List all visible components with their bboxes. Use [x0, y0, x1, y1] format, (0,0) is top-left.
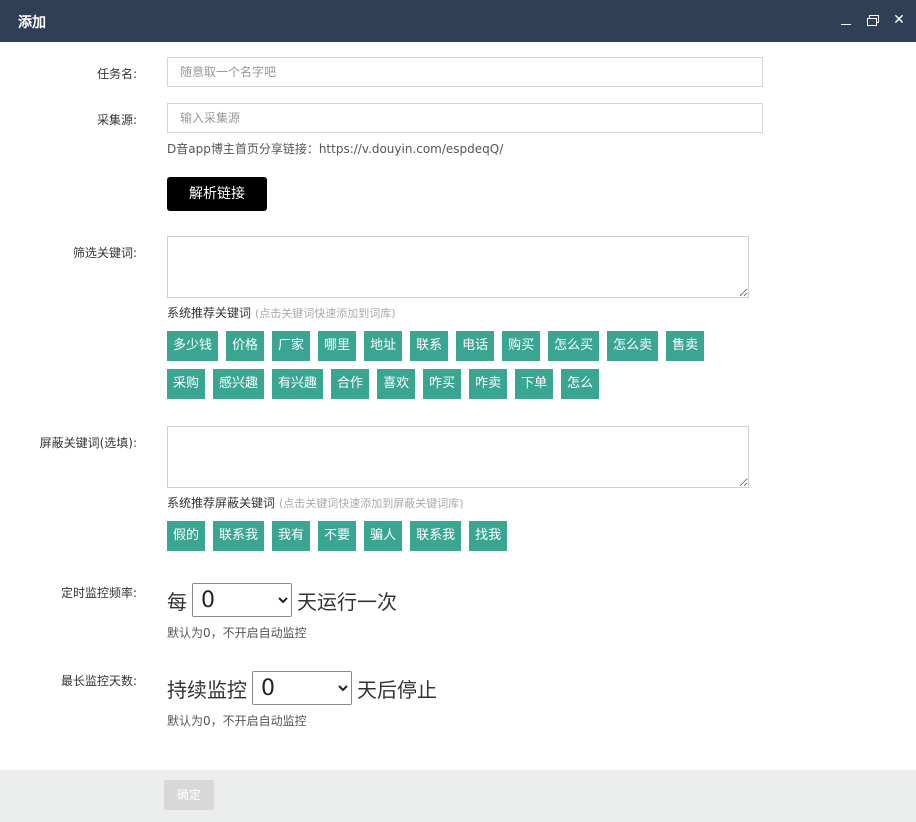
- block-keyword-tag[interactable]: 假的: [167, 521, 206, 551]
- filter-tag-row-1: 多少钱 价格 厂家 哪里 地址 联系 电话 购买 怎么买 怎么卖 售卖: [167, 331, 767, 361]
- max-days-label: 最长监控天数:: [60, 674, 137, 688]
- block-keyword-tag[interactable]: 骗人: [364, 521, 403, 551]
- filter-keyword-tag[interactable]: 合作: [331, 369, 370, 399]
- filter-keyword-tag[interactable]: 怎么卖: [607, 331, 659, 361]
- task-name-label: 任务名:: [96, 67, 137, 81]
- filter-keyword-tag[interactable]: 多少钱: [167, 331, 219, 361]
- monitor-freq-select[interactable]: 0: [192, 583, 292, 617]
- dialog-footer: 确定: [0, 770, 916, 822]
- filter-keyword-tag[interactable]: 购买: [502, 331, 541, 361]
- filter-keyword-tag[interactable]: 联系: [410, 331, 449, 361]
- parse-link-button[interactable]: 解析链接: [167, 177, 267, 211]
- monitor-freq-suffix: 天运行一次: [297, 589, 397, 614]
- max-days-row: 持续监控 0 天后停止: [167, 671, 437, 705]
- task-name-input[interactable]: [167, 57, 763, 87]
- dialog-title: 添加: [18, 15, 46, 31]
- source-input[interactable]: [167, 103, 763, 133]
- filter-recommend-sub: (点击关键词快速添加到词库): [255, 307, 396, 320]
- block-recommend-sub: (点击关键词快速添加到屏蔽关键词库): [279, 497, 464, 510]
- monitor-freq-prefix: 每: [167, 589, 187, 614]
- filter-keyword-tag[interactable]: 怎么买: [548, 331, 600, 361]
- dialog-titlebar: 添加 ✕: [0, 0, 916, 42]
- max-days-suffix: 天后停止: [357, 677, 437, 702]
- filter-tag-row-2: 采购 感兴趣 有兴趣 合作 喜欢 咋买 咋卖 下单 怎么: [167, 369, 767, 399]
- monitor-freq-row: 每 0 天运行一次: [167, 583, 397, 617]
- filter-keyword-tag[interactable]: 电话: [456, 331, 495, 361]
- filter-keyword-tag[interactable]: 采购: [167, 369, 206, 399]
- max-days-select[interactable]: 0: [252, 671, 352, 705]
- filter-keyword-tag[interactable]: 咋卖: [469, 369, 508, 399]
- block-keyword-tag[interactable]: 找我: [469, 521, 508, 551]
- block-keyword-tag[interactable]: 联系我: [410, 521, 462, 551]
- block-keywords-label: 屏蔽关键词(选填):: [39, 436, 137, 450]
- maximize-icon[interactable]: [864, 10, 882, 30]
- monitor-freq-note: 默认为0，不开启自动监控: [167, 626, 307, 640]
- block-keyword-tag[interactable]: 联系我: [213, 521, 265, 551]
- filter-keyword-tag[interactable]: 下单: [515, 369, 554, 399]
- block-recommend-title: 系统推荐屏蔽关键词: [167, 496, 276, 510]
- filter-keyword-tag[interactable]: 有兴趣: [272, 369, 324, 399]
- filter-recommend-line: 系统推荐关键词 (点击关键词快速添加到词库): [167, 304, 396, 321]
- filter-keyword-tag[interactable]: 价格: [226, 331, 265, 361]
- block-recommend-line: 系统推荐屏蔽关键词 (点击关键词快速添加到屏蔽关键词库): [167, 494, 464, 511]
- block-keyword-tags: 假的 联系我 我有 不要 骗人 联系我 找我: [167, 521, 767, 559]
- filter-keyword-tag[interactable]: 哪里: [318, 331, 357, 361]
- filter-keyword-tag[interactable]: 感兴趣: [213, 369, 265, 399]
- filter-keyword-tag[interactable]: 喜欢: [377, 369, 416, 399]
- source-hint: D音app博主首页分享链接：https://v.douyin.com/espde…: [167, 142, 504, 156]
- filter-keyword-tag[interactable]: 怎么: [561, 369, 600, 399]
- filter-keyword-tag[interactable]: 咋买: [423, 369, 462, 399]
- source-label: 采集源:: [96, 113, 137, 127]
- filter-keyword-tags: 多少钱 价格 厂家 哪里 地址 联系 电话 购买 怎么买 怎么卖 售卖 采购 感兴趣 有兴趣 合作 喜欢 咋买…: [167, 331, 767, 407]
- block-tag-row: 假的 联系我 我有 不要 骗人 联系我 找我: [167, 521, 767, 551]
- monitor-freq-label: 定时监控频率:: [60, 586, 137, 600]
- block-keyword-tag[interactable]: 我有: [272, 521, 311, 551]
- block-keywords-textarea[interactable]: [167, 426, 749, 488]
- filter-recommend-title: 系统推荐关键词: [167, 306, 252, 320]
- filter-keywords-label: 筛选关键词:: [72, 246, 137, 260]
- filter-keywords-textarea[interactable]: [167, 236, 749, 298]
- filter-keyword-tag[interactable]: 售卖: [666, 331, 705, 361]
- minimize-icon[interactable]: [838, 10, 856, 30]
- max-days-note: 默认为0，不开启自动监控: [167, 714, 307, 728]
- filter-keyword-tag[interactable]: 厂家: [272, 331, 311, 361]
- block-keyword-tag[interactable]: 不要: [318, 521, 357, 551]
- close-icon[interactable]: ✕: [890, 10, 908, 30]
- filter-keyword-tag[interactable]: 地址: [364, 331, 403, 361]
- max-days-prefix: 持续监控: [167, 677, 247, 702]
- confirm-button[interactable]: 确定: [164, 780, 214, 810]
